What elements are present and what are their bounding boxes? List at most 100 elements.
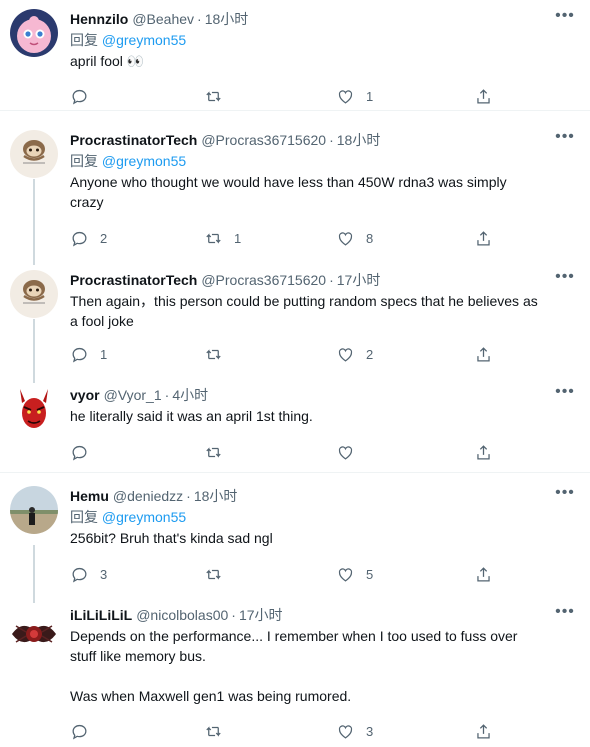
action-bar: 2 1 8 <box>70 226 510 250</box>
reply-button[interactable]: 3 <box>70 562 107 586</box>
share-button[interactable] <box>474 719 493 743</box>
timestamp[interactable]: 17小时 <box>239 607 283 623</box>
tweet-text: Then again，this person could be putting … <box>70 291 576 331</box>
separator-dot: · <box>329 272 334 288</box>
tweet[interactable]: ProcrastinatorTech @Procras36715620 · 17小时 … <box>0 260 590 378</box>
share-icon <box>477 230 490 245</box>
tweet[interactable]: iLiLiLiLiL @nicolbolas00 · 17小时 ••• Depends… <box>0 598 590 747</box>
like-button[interactable]: 8 <box>336 226 373 250</box>
user-handle[interactable]: @Procras36715620 <box>201 132 326 148</box>
reply-icon <box>72 724 87 740</box>
share-icon <box>477 88 490 103</box>
separator-dot: · <box>329 132 334 148</box>
retweet-icon <box>206 446 221 458</box>
like-icon <box>338 231 353 246</box>
display-name[interactable]: ProcrastinatorTech <box>70 272 197 288</box>
tweet-header: Hemu @deniedzz · 18小时 ••• <box>70 485 576 506</box>
separator-dot: · <box>186 488 191 504</box>
display-name[interactable]: iLiLiLiLiL <box>70 607 132 623</box>
retweet-button[interactable] <box>204 562 234 586</box>
user-handle[interactable]: @Vyor_1 <box>104 387 162 403</box>
retweet-icon <box>206 568 221 580</box>
timestamp[interactable]: 18小时 <box>337 132 381 148</box>
user-handle[interactable]: @Procras36715620 <box>201 272 326 288</box>
like-count: 8 <box>366 230 374 246</box>
avatar[interactable] <box>10 610 58 658</box>
more-icon[interactable]: ••• <box>554 269 576 290</box>
user-handle[interactable]: @deniedzz <box>113 488 183 504</box>
tweet[interactable]: ProcrastinatorTech @Procras36715620 · 18小时 … <box>0 120 590 260</box>
mention-link[interactable]: @greymon55 <box>102 32 186 48</box>
reply-count: 3 <box>100 566 108 582</box>
display-name[interactable]: vyor <box>70 387 100 403</box>
tweet-text-line: april fool 👀 <box>70 53 145 69</box>
like-button[interactable]: 2 <box>336 342 373 366</box>
share-button[interactable] <box>474 84 493 108</box>
timestamp[interactable]: 4小时 <box>172 387 208 403</box>
share-button[interactable] <box>474 226 493 250</box>
avatar[interactable] <box>10 385 58 433</box>
reply-button[interactable] <box>70 440 100 464</box>
like-icon <box>338 347 353 362</box>
avatar[interactable] <box>10 486 58 534</box>
more-icon[interactable]: ••• <box>554 8 576 29</box>
share-button[interactable] <box>474 562 493 586</box>
like-button[interactable] <box>336 440 366 464</box>
tweet-text-line: Depends on the performance... I remember… <box>70 628 518 644</box>
avatar[interactable] <box>10 130 58 178</box>
user-handle[interactable]: @nicolbolas00 <box>136 607 228 623</box>
tweet[interactable]: Hemu @deniedzz · 18小时 ••• 回复 @greymon55 256… <box>0 480 590 598</box>
more-icon[interactable]: ••• <box>554 485 576 506</box>
display-name[interactable]: Hennzilo <box>70 11 128 27</box>
tweet-header: iLiLiLiLiL @nicolbolas00 · 17小时 ••• <box>70 604 576 625</box>
divider <box>0 472 590 473</box>
tweet-text-line: crazy <box>70 194 104 210</box>
mention-link[interactable]: @greymon55 <box>102 153 186 169</box>
retweet-button[interactable] <box>204 440 234 464</box>
retweet-button[interactable] <box>204 719 234 743</box>
reply-button[interactable]: 2 <box>70 226 107 250</box>
reply-icon <box>72 567 87 583</box>
mention-link[interactable]: @greymon55 <box>102 509 186 525</box>
tweet-header: ProcrastinatorTech @Procras36715620 · 17小时 … <box>70 269 576 290</box>
avatar[interactable] <box>10 270 58 318</box>
retweet-button[interactable] <box>204 84 234 108</box>
tweet-text: Anyone who thought we would have less th… <box>70 172 576 212</box>
avatar[interactable] <box>10 9 58 57</box>
reply-icon <box>72 445 87 461</box>
separator-dot: · <box>231 607 236 623</box>
tweet-text: he literally said it was an april 1st th… <box>70 406 576 426</box>
timestamp[interactable]: 18小时 <box>205 11 249 27</box>
tweet-header: Hennzilo @Beahev · 18小时 ••• <box>70 8 576 29</box>
separator-dot: · <box>164 387 170 403</box>
display-name[interactable]: Hemu <box>70 488 109 504</box>
tweet-text-line <box>70 666 576 686</box>
more-icon[interactable]: ••• <box>554 384 576 405</box>
like-count: 2 <box>366 346 374 362</box>
like-icon <box>338 445 353 460</box>
share-icon <box>477 346 490 361</box>
reply-count: 1 <box>100 346 108 362</box>
share-icon <box>477 723 490 738</box>
like-button[interactable]: 3 <box>336 719 373 743</box>
like-button[interactable]: 5 <box>336 562 373 586</box>
reply-button[interactable] <box>70 84 100 108</box>
timestamp[interactable]: 18小时 <box>194 488 238 504</box>
tweet[interactable]: Hennzilo @Beahev · 18小时 ••• 回复 @greymon55 a… <box>0 0 590 110</box>
user-handle[interactable]: @Beahev <box>132 11 194 27</box>
timestamp[interactable]: 17小时 <box>337 272 381 288</box>
share-button[interactable] <box>474 440 493 464</box>
tweet-text-line: 256bit? Bruh that's kinda sad ngl <box>70 530 273 546</box>
like-button[interactable]: 1 <box>336 84 373 108</box>
retweet-button[interactable]: 1 <box>204 226 241 250</box>
tweet-header: vyor @Vyor_1 · 4小时 ••• <box>70 384 576 405</box>
reply-button[interactable] <box>70 719 100 743</box>
retweet-button[interactable] <box>204 342 234 366</box>
display-name[interactable]: ProcrastinatorTech <box>70 132 197 148</box>
reply-button[interactable]: 1 <box>70 342 107 366</box>
more-icon[interactable]: ••• <box>554 129 576 150</box>
more-icon[interactable]: ••• <box>554 604 576 625</box>
share-button[interactable] <box>474 342 493 366</box>
tweet[interactable]: vyor @Vyor_1 · 4小时 ••• he literally said it… <box>0 378 590 472</box>
like-count: 3 <box>366 723 374 739</box>
